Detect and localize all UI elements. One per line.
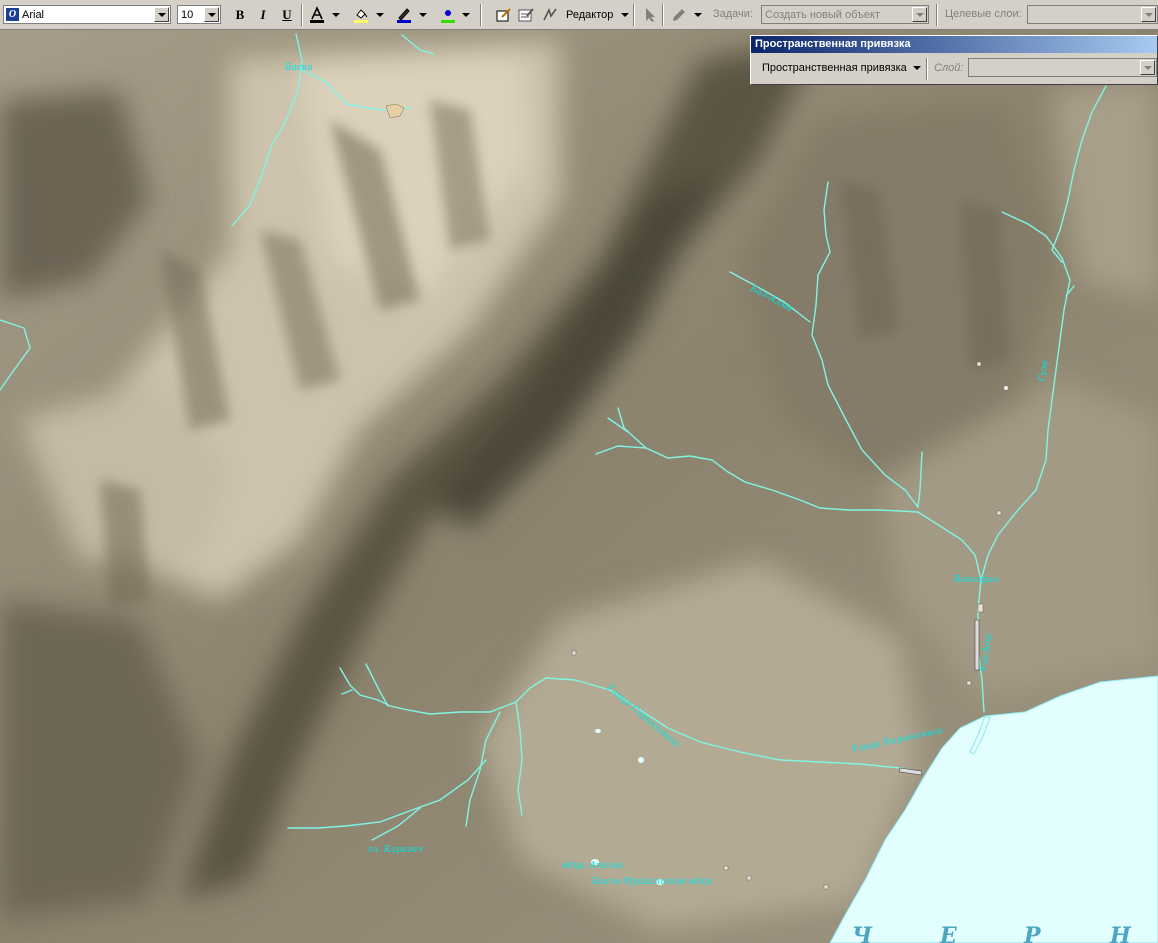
edit-tool-button[interactable] (640, 5, 660, 24)
formatting-toolbar: O Arial 10 B I U Редактор Задачи: Создат… (0, 0, 1158, 30)
label-reservoir: вдхр. Ачилга (562, 861, 623, 871)
fill-color-dropdown[interactable] (376, 13, 384, 17)
separator (301, 4, 303, 26)
spatial-adjustment-menu[interactable]: Пространственная привязка (762, 62, 907, 74)
fill-bucket-icon (354, 8, 368, 23)
sketch-icon (543, 7, 557, 20)
sea-letter-3: Р (1023, 923, 1042, 943)
tasks-combo[interactable]: Создать новый объект (761, 5, 929, 24)
italic-button[interactable]: I (253, 5, 273, 24)
label-karagach: гл. Карагач (368, 845, 423, 855)
tasks-value: Создать новый объект (765, 8, 881, 21)
separator (926, 58, 928, 80)
font-size-combo[interactable]: 10 (177, 5, 221, 24)
marker-color-dropdown[interactable] (462, 13, 470, 17)
separator (662, 4, 664, 26)
chevron-down-icon[interactable] (204, 7, 219, 22)
target-layer-combo[interactable] (1027, 5, 1158, 24)
sketch-tool-dropdown[interactable] (694, 13, 702, 17)
fill-color-button[interactable] (351, 5, 371, 24)
pencil-icon (673, 8, 685, 21)
edit-annotation-button[interactable] (494, 5, 514, 24)
editor-menu-label[interactable]: Редактор (566, 9, 613, 21)
separator (936, 4, 938, 26)
separator (480, 4, 482, 26)
spatial-adjustment-toolbar: Пространственная привязка Пространственн… (750, 35, 1158, 85)
font-color-icon (310, 5, 324, 23)
map-canvas[interactable]: Васка Бал-Алма Гуза Ваниграл Узе-Кор Ули… (0, 30, 1158, 943)
tasks-label: Задачи: (713, 8, 753, 20)
font-name-combo[interactable]: O Arial (3, 5, 171, 24)
separator (633, 4, 635, 26)
bold-button[interactable]: B (230, 5, 250, 24)
font-color-button[interactable] (307, 5, 327, 24)
chevron-down-icon[interactable] (912, 7, 927, 22)
chevron-down-icon[interactable] (1140, 60, 1155, 75)
font-color-dropdown[interactable] (332, 13, 340, 17)
spatial-adjustment-dropdown[interactable] (913, 66, 921, 70)
font-size-value: 10 (181, 8, 194, 21)
font-name-value: Arial (22, 8, 45, 21)
pen-icon (397, 7, 411, 23)
attributes-icon (518, 7, 534, 21)
chevron-down-icon[interactable] (1141, 7, 1156, 22)
sea-letter-4: Н (1109, 923, 1132, 943)
font-icon: O (6, 8, 19, 21)
panel-title[interactable]: Пространственная привязка (751, 36, 1157, 53)
layer-label: Слой: (934, 62, 964, 74)
edit-note-icon (496, 7, 511, 21)
line-color-button[interactable] (394, 5, 414, 24)
marker-dot-icon (441, 9, 455, 23)
chevron-down-icon[interactable] (154, 7, 169, 22)
cursor-arrow-icon (646, 7, 655, 22)
sketch-tool-button[interactable] (669, 5, 689, 24)
attributes-button[interactable] (516, 5, 536, 24)
marker-color-button[interactable] (438, 5, 458, 24)
sea-letter-1: Ч (852, 923, 873, 943)
label-reservoir2: Бахчи-Муйкальское вдхр. (591, 877, 714, 887)
sketch-properties-button[interactable] (540, 5, 560, 24)
underline-button[interactable]: U (277, 5, 297, 24)
layer-combo[interactable] (968, 58, 1157, 77)
editor-menu-dropdown[interactable] (621, 13, 629, 17)
line-color-dropdown[interactable] (419, 13, 427, 17)
sea-letter-2: Е (939, 923, 958, 943)
label-vasilevka: Ваниграл (953, 575, 999, 585)
label-top-river: Васка (284, 63, 313, 73)
target-layer-label: Целевые слои: (945, 8, 1022, 20)
